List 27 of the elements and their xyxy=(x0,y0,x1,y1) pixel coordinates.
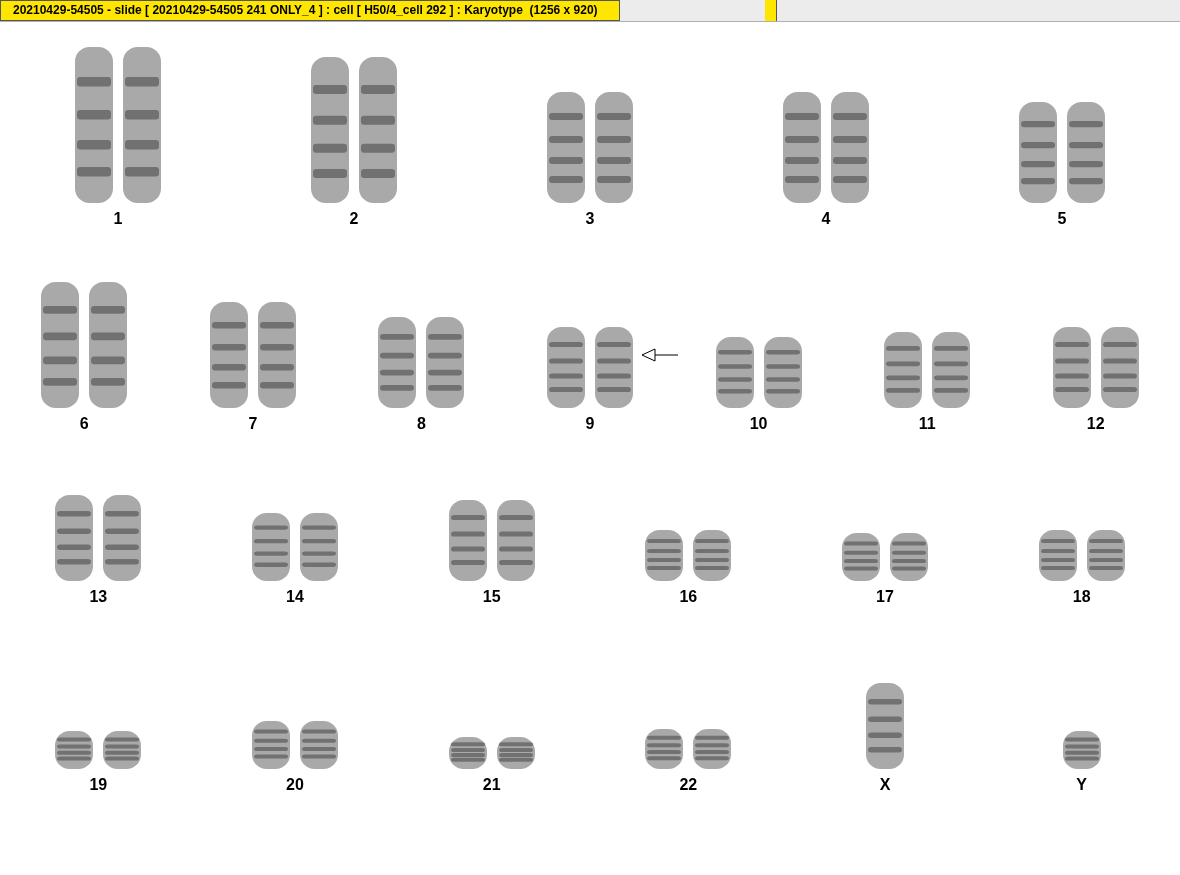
chromosome-label: 17 xyxy=(876,587,894,607)
chromosome-label: 2 xyxy=(349,209,359,229)
chromosome-label: 22 xyxy=(679,775,698,795)
chromosome-label: 11 xyxy=(918,414,936,434)
marker-square-icon xyxy=(765,0,777,21)
window-title: 20210429-54505 - slide [ 20210429-54505 241 ONLY_4 ] : cell [ H50/4_cell 292 ] : Karyotype (1256 x 920) xyxy=(0,0,620,21)
chromosome-label: 4 xyxy=(821,209,831,229)
chromosome-label: 10 xyxy=(749,414,768,434)
chromosome-label: Y xyxy=(1076,775,1087,795)
chromosome-label: 16 xyxy=(679,587,698,607)
chromosome-label: 13 xyxy=(89,587,108,607)
chromosome-label: 1 xyxy=(113,209,123,229)
chromosome-label: 7 xyxy=(248,414,258,434)
chromosome-label: 18 xyxy=(1072,587,1091,607)
chromosome-label: 21 xyxy=(482,775,501,795)
chromosome-label: 3 xyxy=(585,209,595,229)
chromosome-drawing xyxy=(1060,729,1103,771)
chromosome-label: X xyxy=(879,775,891,795)
chromosome-label: 12 xyxy=(1086,414,1105,434)
chromosome-label: 6 xyxy=(79,414,89,434)
chromosome-label: 14 xyxy=(286,587,304,607)
chromosome-label: 15 xyxy=(482,587,501,607)
chromosome-label: 8 xyxy=(416,414,426,434)
chromosome-label: 5 xyxy=(1057,209,1067,229)
chromosome-label: 20 xyxy=(286,775,304,795)
chromosome-label: 19 xyxy=(89,775,108,795)
chromosome-label: 9 xyxy=(585,414,595,434)
